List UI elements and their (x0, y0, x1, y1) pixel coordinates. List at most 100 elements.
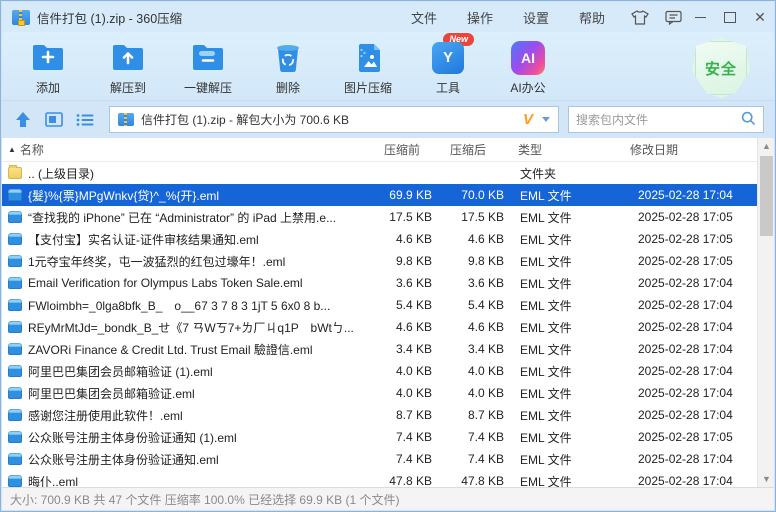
ai-icon: AI (511, 39, 545, 76)
mail-icon (8, 211, 22, 223)
minimize-button[interactable] (692, 9, 708, 25)
mail-icon (8, 387, 22, 399)
search-icon[interactable] (741, 111, 756, 129)
search-input[interactable] (576, 113, 735, 127)
maximize-button[interactable] (722, 9, 738, 25)
size-before: 5.4 KB (380, 298, 446, 312)
size-before: 3.4 KB (380, 342, 446, 356)
extract-to-button[interactable]: 解压到 (88, 36, 168, 96)
mail-icon (8, 453, 22, 465)
table-header: ▲ 名称 压缩前 压缩后 类型 修改日期 (2, 138, 757, 162)
column-header-type[interactable]: 类型 (514, 141, 626, 158)
ai-office-button[interactable]: AI AI办公 (488, 36, 568, 96)
mail-icon (8, 255, 22, 267)
vertical-scrollbar[interactable]: ▲ ▼ (757, 138, 774, 487)
folder-add-icon (31, 39, 65, 76)
size-before: 3.6 KB (380, 276, 446, 290)
table-row[interactable]: {髮}%{票}MPgWnkv{贷}^_%{开}.eml 69.9 KB 70.0… (2, 184, 757, 206)
menu-file[interactable]: 文件 (411, 8, 437, 27)
status-summary: 大小: 700.9 KB 共 47 个文件 压缩率 100.0% 已经选择 69… (10, 491, 399, 508)
vip-mark[interactable]: V (523, 111, 533, 128)
size-after: 4.6 KB (446, 320, 514, 334)
size-before: 4.0 KB (380, 386, 446, 400)
file-name: “查找我的 iPhone” 已在 “Administrator” 的 iPad … (28, 209, 336, 226)
table-row[interactable]: 公众账号注册主体身份验证通知.eml 7.4 KB 7.4 KB EML 文件 … (2, 448, 757, 470)
table-row[interactable]: 阿里巴巴集团会员邮箱验证 (1).eml 4.0 KB 4.0 KB EML 文… (2, 360, 757, 382)
close-button[interactable]: ✕ (752, 9, 768, 25)
theme-skin-icon[interactable] (631, 10, 649, 25)
safety-shield-badge[interactable]: 安全 (692, 38, 750, 98)
up-level-icon[interactable] (12, 109, 34, 131)
size-after: 5.4 KB (446, 298, 514, 312)
size-before: 17.5 KB (380, 210, 446, 224)
column-header-date[interactable]: 修改日期 (626, 141, 757, 158)
combobox-dropdown-icon[interactable] (542, 117, 550, 122)
size-before: 4.6 KB (380, 232, 446, 246)
modified-date: 2025-02-28 17:05 (626, 210, 757, 224)
mail-icon (8, 277, 22, 289)
scroll-up-icon[interactable]: ▲ (758, 138, 774, 154)
archive-path-combobox[interactable]: 信件打包 (1).zip - 解包大小为 700.6 KB V (109, 106, 559, 133)
size-after: 47.8 KB (446, 474, 514, 487)
size-after: 7.4 KB (446, 452, 514, 466)
title-bar: 信件打包 (1).zip - 360压缩 文件 操作 设置 帮助 (2, 2, 774, 32)
file-type: EML 文件 (514, 385, 626, 402)
menu-settings[interactable]: 设置 (523, 8, 549, 27)
one-click-extract-button[interactable]: 一键解压 (168, 36, 248, 96)
delete-button[interactable]: 删除 (248, 36, 328, 96)
mail-icon (8, 189, 22, 201)
scrollbar-thumb[interactable] (760, 156, 773, 236)
image-compress-icon (354, 39, 382, 76)
table-row[interactable]: FWloimbh=_0lga8bfk_B_ o__67 3 7 8 3 1jT … (2, 294, 757, 316)
table-row[interactable]: 感谢您注册使用此软件！.eml 8.7 KB 8.7 KB EML 文件 202… (2, 404, 757, 426)
menu-help[interactable]: 帮助 (579, 8, 605, 27)
app-window: 信件打包 (1).zip - 360压缩 文件 操作 设置 帮助 (0, 0, 776, 512)
modified-date: 2025-02-28 17:05 (626, 254, 757, 268)
file-list: .. (上级目录) 文件夹 {髮}%{票}MPgWnkv{贷}^_%{开}.em… (2, 162, 757, 487)
file-type: EML 文件 (514, 319, 626, 336)
mail-icon (8, 409, 22, 421)
table-row[interactable]: 1元夺宝年终奖，屯一波猛烈的红包过壕年！.eml 9.8 KB 9.8 KB E… (2, 250, 757, 272)
file-type: 文件夹 (514, 165, 626, 182)
modified-date: 2025-02-28 17:05 (626, 430, 757, 444)
menu-operation[interactable]: 操作 (467, 8, 493, 27)
feedback-icon[interactable] (665, 10, 682, 25)
size-before: 9.8 KB (380, 254, 446, 268)
column-header-name[interactable]: ▲ 名称 (2, 141, 380, 158)
window-title: 信件打包 (1).zip - 360压缩 (37, 8, 182, 27)
column-header-size-after[interactable]: 压缩后 (446, 141, 514, 158)
view-mode-icon[interactable] (43, 109, 65, 131)
menu-bar: 文件 操作 设置 帮助 (411, 8, 605, 27)
modified-date: 2025-02-28 17:04 (626, 364, 757, 378)
modified-date: 2025-02-28 17:04 (626, 342, 757, 356)
table-row[interactable]: REyMrMtJd=_bondk_B_せ《7 ㄢWㄎ7+ㄌ厂ㄐq1P bWtㄅ.… (2, 316, 757, 338)
table-row[interactable]: “查找我的 iPhone” 已在 “Administrator” 的 iPad … (2, 206, 757, 228)
file-type: EML 文件 (514, 187, 626, 204)
scroll-down-icon[interactable]: ▼ (758, 471, 774, 487)
table-row[interactable]: ZAVORi Finance & Credit Ltd. Trust Email… (2, 338, 757, 360)
file-name: 公众账号注册主体身份验证通知 (1).eml (28, 429, 237, 446)
table-row[interactable]: Email Verification for Olympus Labs Toke… (2, 272, 757, 294)
list-view-icon[interactable] (74, 109, 96, 131)
file-type: EML 文件 (514, 341, 626, 358)
add-button[interactable]: 添加 (8, 36, 88, 96)
tools-button[interactable]: New 工具 (408, 36, 488, 96)
file-name: 公众账号注册主体身份验证通知.eml (28, 451, 219, 468)
table-row[interactable]: 【支付宝】实名认证-证件审核结果通知.eml 4.6 KB 4.6 KB EML… (2, 228, 757, 250)
table-row[interactable]: 晦仆..eml 47.8 KB 47.8 KB EML 文件 2025-02-2… (2, 470, 757, 487)
image-compress-button[interactable]: 图片压缩 (328, 36, 408, 96)
file-name: ZAVORi Finance & Credit Ltd. Trust Email… (28, 341, 313, 358)
status-bar: 大小: 700.9 KB 共 47 个文件 压缩率 100.0% 已经选择 69… (2, 487, 774, 510)
file-name: FWloimbh=_0lga8bfk_B_ o__67 3 7 8 3 1jT … (28, 297, 330, 314)
size-before: 47.8 KB (380, 474, 446, 487)
file-name: Email Verification for Olympus Labs Toke… (28, 276, 303, 290)
table-row[interactable]: 公众账号注册主体身份验证通知 (1).eml 7.4 KB 7.4 KB EML… (2, 426, 757, 448)
mail-icon (8, 343, 22, 355)
table-row[interactable]: .. (上级目录) 文件夹 (2, 162, 757, 184)
file-name: 晦仆..eml (28, 473, 78, 488)
column-header-size-before[interactable]: 压缩前 (380, 141, 446, 158)
address-bar: 信件打包 (1).zip - 解包大小为 700.6 KB V (2, 100, 774, 138)
file-type: EML 文件 (514, 407, 626, 424)
file-type: EML 文件 (514, 363, 626, 380)
table-row[interactable]: 阿里巴巴集团会员邮箱验证.eml 4.0 KB 4.0 KB EML 文件 20… (2, 382, 757, 404)
